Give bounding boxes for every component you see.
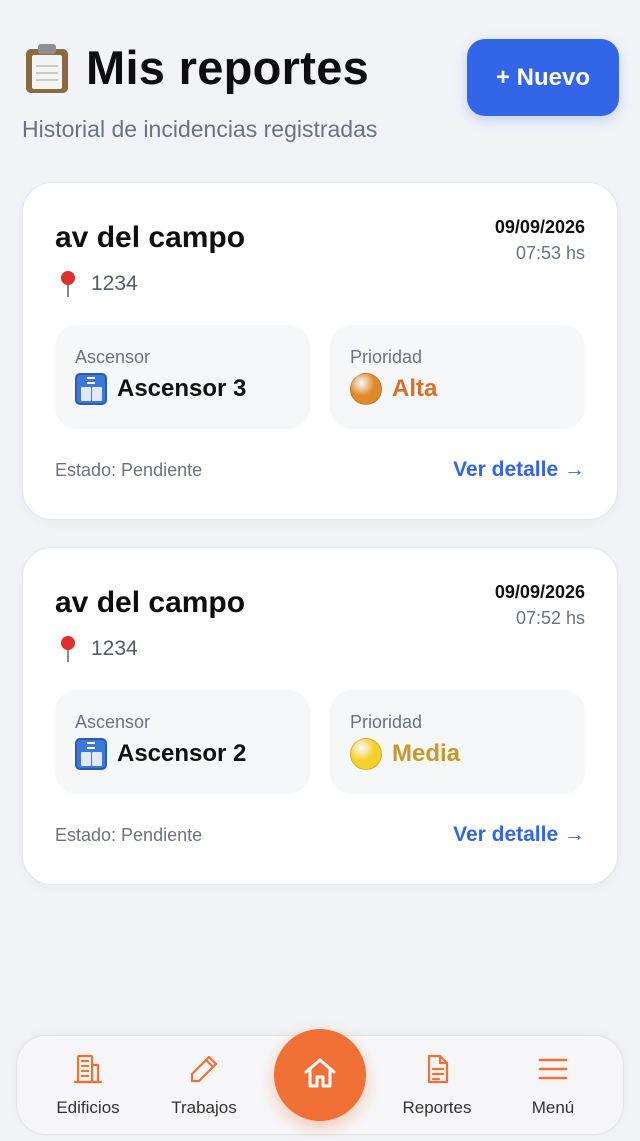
elevator-box: Ascensor Ascensor 2 xyxy=(55,690,310,794)
elevator-label: Ascensor xyxy=(75,347,151,367)
view-detail-link[interactable]: Ver detalle → xyxy=(453,458,585,482)
priority-label: Prioridad xyxy=(350,712,423,732)
page-title: Mis reportes xyxy=(86,41,370,94)
document-icon xyxy=(420,1052,454,1086)
elevator-value: Ascensor 3 xyxy=(75,373,246,405)
report-time: 07:52 hs xyxy=(515,608,585,628)
new-report-button[interactable]: + Nuevo xyxy=(467,39,619,116)
priority-text: Alta xyxy=(392,375,438,402)
priority-label: Prioridad xyxy=(350,347,423,367)
page-subtitle: Historial de incidencias registradas xyxy=(22,116,378,142)
elevator-value: Ascensor 2 xyxy=(75,738,246,770)
nav-label: Trabajos xyxy=(171,1098,237,1117)
priority-box: Prioridad Alta xyxy=(330,325,585,429)
elevator-label: Ascensor xyxy=(75,712,151,732)
home-button[interactable] xyxy=(274,1029,366,1121)
report-title: av del campo xyxy=(55,221,246,254)
priority-value: Alta xyxy=(350,373,437,405)
elevator-icon xyxy=(75,738,107,770)
report-card[interactable]: av del campo 09/09/2026 07:52 hs 1234 As… xyxy=(22,547,618,885)
elevator-name: Ascensor 3 xyxy=(117,375,247,402)
priority-dot-icon xyxy=(350,738,382,770)
priority-value: Media xyxy=(350,738,460,770)
pin-icon xyxy=(59,634,77,664)
elevator-icon xyxy=(75,373,107,405)
status-text: Estado: Pendiente xyxy=(55,825,203,845)
nav-label: Menú xyxy=(531,1098,575,1117)
report-address: 1234 xyxy=(59,634,138,664)
priority-dot-icon xyxy=(350,373,382,405)
address-text: 1234 xyxy=(91,637,138,660)
clipboard-icon xyxy=(24,43,70,93)
nav-item-reportes[interactable]: Reportes xyxy=(382,1052,492,1118)
elevator-box: Ascensor Ascensor 3 xyxy=(55,325,310,429)
pin-icon xyxy=(59,269,77,299)
report-date: 09/09/2026 xyxy=(494,582,585,602)
address-text: 1234 xyxy=(91,272,138,295)
nav-item-edificios[interactable]: Edificios xyxy=(33,1052,143,1118)
pencil-icon xyxy=(187,1052,221,1086)
nav-item-trabajos[interactable]: Trabajos xyxy=(149,1052,259,1118)
report-card[interactable]: av del campo 09/09/2026 07:53 hs 1234 As… xyxy=(22,182,618,520)
nav-label: Edificios xyxy=(56,1098,120,1117)
building-icon xyxy=(71,1052,105,1086)
report-address: 1234 xyxy=(59,269,138,299)
report-title: av del campo xyxy=(55,586,246,619)
report-time: 07:53 hs xyxy=(515,243,585,263)
view-detail-link[interactable]: Ver detalle → xyxy=(453,823,585,847)
menu-icon xyxy=(536,1052,570,1086)
priority-box: Prioridad Media xyxy=(330,690,585,794)
elevator-name: Ascensor 2 xyxy=(117,740,247,767)
status-text: Estado: Pendiente xyxy=(55,460,203,480)
nav-label: Reportes xyxy=(402,1098,472,1117)
report-date: 09/09/2026 xyxy=(494,217,585,237)
priority-text: Media xyxy=(392,740,461,767)
home-icon xyxy=(300,1053,340,1098)
nav-item-menu[interactable]: Menú xyxy=(498,1052,608,1118)
